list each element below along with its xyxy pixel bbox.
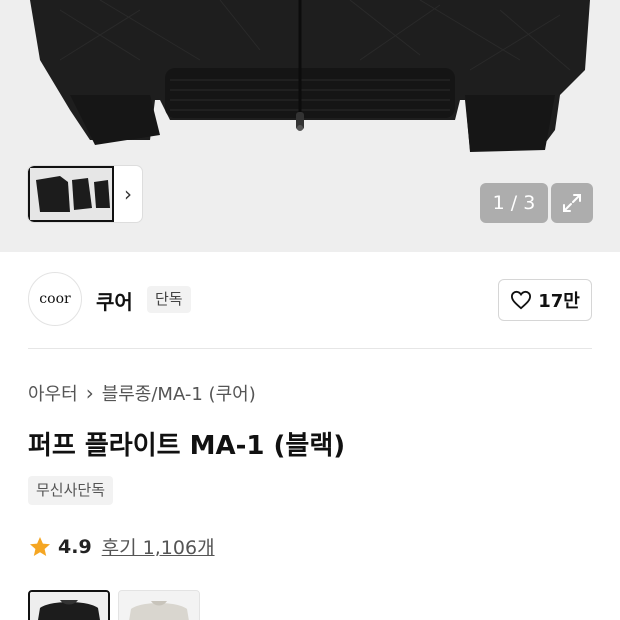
color-option-black[interactable] xyxy=(28,590,110,620)
breadcrumb-subcategory[interactable]: 블루종/MA-1 (쿠어) xyxy=(102,380,256,406)
product-title: 퍼프 플라이트 MA-1 (블랙) xyxy=(28,431,346,461)
like-button[interactable]: 17만 xyxy=(498,279,592,321)
breadcrumb: 아우터 › 블루종/MA-1 (쿠어) xyxy=(28,380,256,406)
brand-exclusive-tag: 단독 xyxy=(147,286,191,313)
thumbnail-strip[interactable]: › xyxy=(28,166,142,222)
brand-row: coor 쿠어 단독 17만 xyxy=(28,272,592,328)
like-count: 17만 xyxy=(538,291,580,312)
exclusive-badge: 무신사단독 xyxy=(28,476,114,505)
brand-name[interactable]: 쿠어 xyxy=(96,286,133,315)
chevron-right-icon: › xyxy=(85,381,94,405)
thumbnail-next-icon[interactable]: › xyxy=(114,182,142,206)
product-image-gallery[interactable]: › 1 / 3 xyxy=(0,0,620,252)
star-icon xyxy=(30,536,50,556)
rating-value: 4.9 xyxy=(58,535,92,558)
heart-icon xyxy=(511,290,532,310)
expand-button[interactable] xyxy=(551,183,593,223)
color-options xyxy=(28,590,200,620)
expand-icon xyxy=(563,194,581,212)
review-count-link[interactable]: 후기 1,106개 xyxy=(102,533,215,560)
brand-logo[interactable]: coor xyxy=(28,272,82,326)
thumbnail-image[interactable] xyxy=(28,166,114,222)
divider xyxy=(28,348,592,349)
breadcrumb-category[interactable]: 아우터 xyxy=(28,380,78,406)
color-option-ivory[interactable] xyxy=(118,590,200,620)
rating-row: 4.9 후기 1,106개 xyxy=(28,533,215,560)
image-pager: 1 / 3 xyxy=(480,183,548,223)
